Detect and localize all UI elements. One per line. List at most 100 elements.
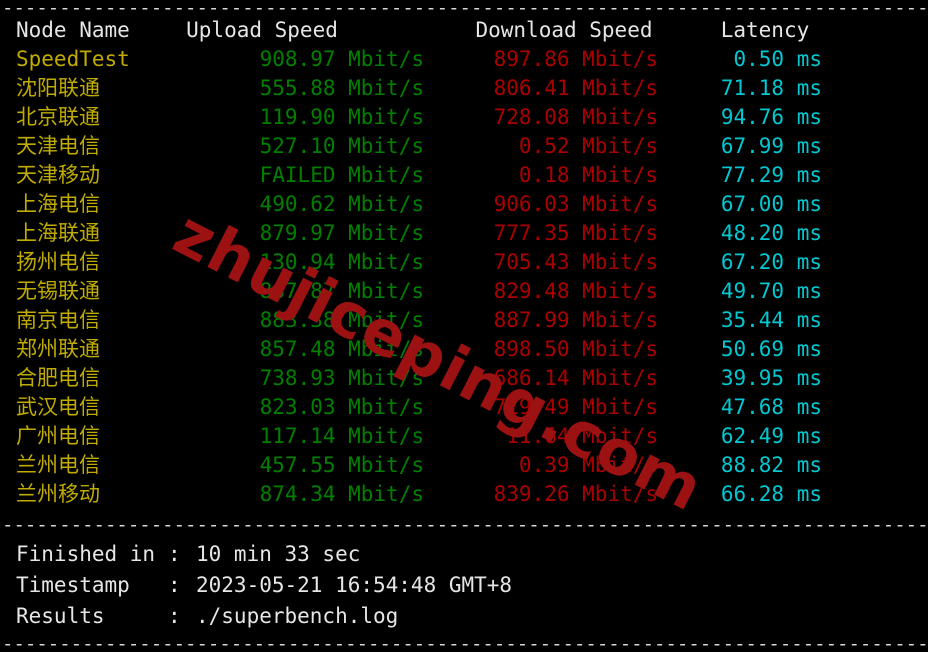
cell-download-speed: 686.14 Mbit/s — [493, 366, 658, 390]
table-row: 无锡联通 867.87 Mbit/s 829.48 Mbit/s 49.70 ms — [0, 277, 928, 306]
cell-latency: 71.18 ms — [720, 76, 822, 100]
cell-node-name: 北京联通 — [16, 105, 100, 129]
table-row: SpeedTest 908.97 Mbit/s 897.86 Mbit/s 0.50 … — [0, 45, 928, 74]
cell-upload-speed: 867.87 Mbit/s — [259, 279, 424, 303]
table-row: 上海电信 490.62 Mbit/s 906.03 Mbit/s 67.00 ms — [0, 190, 928, 219]
cell-node-name: 广州电信 — [16, 424, 100, 448]
cell-node-name: 天津移动 — [16, 163, 100, 187]
table-body: SpeedTest 908.97 Mbit/s 897.86 Mbit/s 0.50 … — [0, 45, 928, 509]
summary-section: Finished in : 10 min 33 sec Timestamp : … — [0, 533, 928, 632]
cell-upload-speed: 130.94 Mbit/s — [259, 250, 424, 274]
cell-upload-speed: 555.88 Mbit/s — [259, 76, 424, 100]
cell-upload-speed: 857.48 Mbit/s — [259, 337, 424, 361]
table-row: 合肥电信 738.93 Mbit/s 686.14 Mbit/s 39.95 ms — [0, 364, 928, 393]
cell-download-speed: 898.50 Mbit/s — [493, 337, 658, 361]
cell-node-name: 南京电信 — [16, 308, 100, 332]
table-row: 扬州电信 130.94 Mbit/s 705.43 Mbit/s 67.20 ms — [0, 248, 928, 277]
cell-latency: 49.70 ms — [720, 279, 822, 303]
table-row: 天津移动 FAILED Mbit/s 0.18 Mbit/s 77.29 ms — [0, 161, 928, 190]
summary-row-finished-in: Finished in : 10 min 33 sec — [0, 539, 928, 570]
summary-row-results: Results : ./superbench.log — [0, 601, 928, 632]
table-row: 天津电信 527.10 Mbit/s 0.52 Mbit/s 67.99 ms — [0, 132, 928, 161]
column-header-upload-speed: Upload Speed — [186, 18, 338, 42]
cell-upload-speed: 879.97 Mbit/s — [259, 221, 424, 245]
cell-download-speed: 0.39 Mbit/s — [518, 453, 658, 477]
cell-latency: 50.69 ms — [720, 337, 822, 361]
cell-upload-speed: 490.62 Mbit/s — [259, 192, 424, 216]
table-row: 兰州电信 457.55 Mbit/s 0.39 Mbit/s 88.82 ms — [0, 451, 928, 480]
cell-download-speed: 887.99 Mbit/s — [493, 308, 658, 332]
cell-download-speed: 719.49 Mbit/s — [493, 395, 658, 419]
timestamp-label: Timestamp — [16, 573, 130, 597]
cell-download-speed: 0.18 Mbit/s — [518, 163, 658, 187]
cell-node-name: 上海联通 — [16, 221, 100, 245]
cell-upload-speed: FAILED Mbit/s — [259, 163, 424, 187]
cell-upload-speed: 738.93 Mbit/s — [259, 366, 424, 390]
cell-latency: 62.49 ms — [720, 424, 822, 448]
table-row: 郑州联通 857.48 Mbit/s 898.50 Mbit/s 50.69 ms — [0, 335, 928, 364]
table-row: 南京电信 883.38 Mbit/s 887.99 Mbit/s 35.44 ms — [0, 306, 928, 335]
table-row: 上海联通 879.97 Mbit/s 777.35 Mbit/s 48.20 ms — [0, 219, 928, 248]
cell-upload-speed: 874.34 Mbit/s — [259, 482, 424, 506]
cell-latency: 39.95 ms — [720, 366, 822, 390]
cell-download-speed: 705.43 Mbit/s — [493, 250, 658, 274]
speedtest-table: Node Name Upload Speed Download Speed La… — [0, 16, 928, 509]
finished-in-label: Finished in — [16, 542, 156, 566]
timestamp-value: 2023-05-21 16:54:48 GMT+8 — [196, 573, 513, 597]
results-value: ./superbench.log — [196, 604, 399, 628]
terminal-window: ----------------------------------------… — [0, 0, 928, 652]
cell-latency: 0.50 ms — [733, 47, 822, 71]
cell-upload-speed: 883.38 Mbit/s — [259, 308, 424, 332]
cell-download-speed: 906.03 Mbit/s — [493, 192, 658, 216]
table-row: 北京联通 119.90 Mbit/s 728.08 Mbit/s 94.76 ms — [0, 103, 928, 132]
separator-top: ----------------------------------------… — [2, 0, 928, 16]
cell-download-speed: 839.26 Mbit/s — [493, 482, 658, 506]
cell-latency: 88.82 ms — [720, 453, 822, 477]
cell-upload-speed: 117.14 Mbit/s — [259, 424, 424, 448]
separator-bottom: ----------------------------------------… — [2, 636, 928, 652]
table-row: 武汉电信 823.03 Mbit/s 719.49 Mbit/s 47.68 ms — [0, 393, 928, 422]
separator-middle: ----------------------------------------… — [2, 517, 928, 533]
finished-in-colon: : — [168, 542, 181, 566]
cell-node-name: 扬州电信 — [16, 250, 100, 274]
cell-upload-speed: 908.97 Mbit/s — [259, 47, 424, 71]
cell-upload-speed: 527.10 Mbit/s — [259, 134, 424, 158]
cell-upload-speed: 457.55 Mbit/s — [259, 453, 424, 477]
cell-latency: 35.44 ms — [720, 308, 822, 332]
cell-download-speed: 829.48 Mbit/s — [493, 279, 658, 303]
cell-latency: 66.28 ms — [720, 482, 822, 506]
cell-node-name: 兰州电信 — [16, 453, 100, 477]
cell-download-speed: 0.52 Mbit/s — [518, 134, 658, 158]
table-row: 兰州移动 874.34 Mbit/s 839.26 Mbit/s 66.28 ms — [0, 480, 928, 509]
cell-node-name: 合肥电信 — [16, 366, 100, 390]
cell-node-name: 武汉电信 — [16, 395, 100, 419]
timestamp-colon: : — [168, 573, 181, 597]
cell-node-name: 郑州联通 — [16, 337, 100, 361]
cell-latency: 94.76 ms — [720, 105, 822, 129]
table-header-row: Node Name Upload Speed Download Speed La… — [0, 16, 928, 45]
results-colon: : — [168, 604, 181, 628]
cell-download-speed: 728.08 Mbit/s — [493, 105, 658, 129]
finished-in-value: 10 min 33 sec — [196, 542, 361, 566]
cell-upload-speed: 119.90 Mbit/s — [259, 105, 424, 129]
cell-latency: 67.20 ms — [720, 250, 822, 274]
cell-latency: 47.68 ms — [720, 395, 822, 419]
summary-row-timestamp: Timestamp : 2023-05-21 16:54:48 GMT+8 — [0, 570, 928, 601]
column-header-latency: Latency — [720, 18, 810, 42]
cell-latency: 67.00 ms — [720, 192, 822, 216]
cell-node-name: 沈阳联通 — [16, 76, 100, 100]
cell-download-speed: 777.35 Mbit/s — [493, 221, 658, 245]
cell-latency: 48.20 ms — [720, 221, 822, 245]
cell-node-name: 上海电信 — [16, 192, 100, 216]
cell-download-speed: 806.41 Mbit/s — [493, 76, 658, 100]
cell-node-name: 天津电信 — [16, 134, 100, 158]
cell-upload-speed: 823.03 Mbit/s — [259, 395, 424, 419]
cell-download-speed: 11.64 Mbit/s — [506, 424, 658, 448]
cell-node-name: 兰州移动 — [16, 482, 100, 506]
table-row: 沈阳联通 555.88 Mbit/s 806.41 Mbit/s 71.18 ms — [0, 74, 928, 103]
table-row: 广州电信 117.14 Mbit/s 11.64 Mbit/s 62.49 ms — [0, 422, 928, 451]
cell-node-name: 无锡联通 — [16, 279, 100, 303]
cell-latency: 67.99 ms — [720, 134, 822, 158]
cell-latency: 77.29 ms — [720, 163, 822, 187]
results-label: Results — [16, 604, 105, 628]
